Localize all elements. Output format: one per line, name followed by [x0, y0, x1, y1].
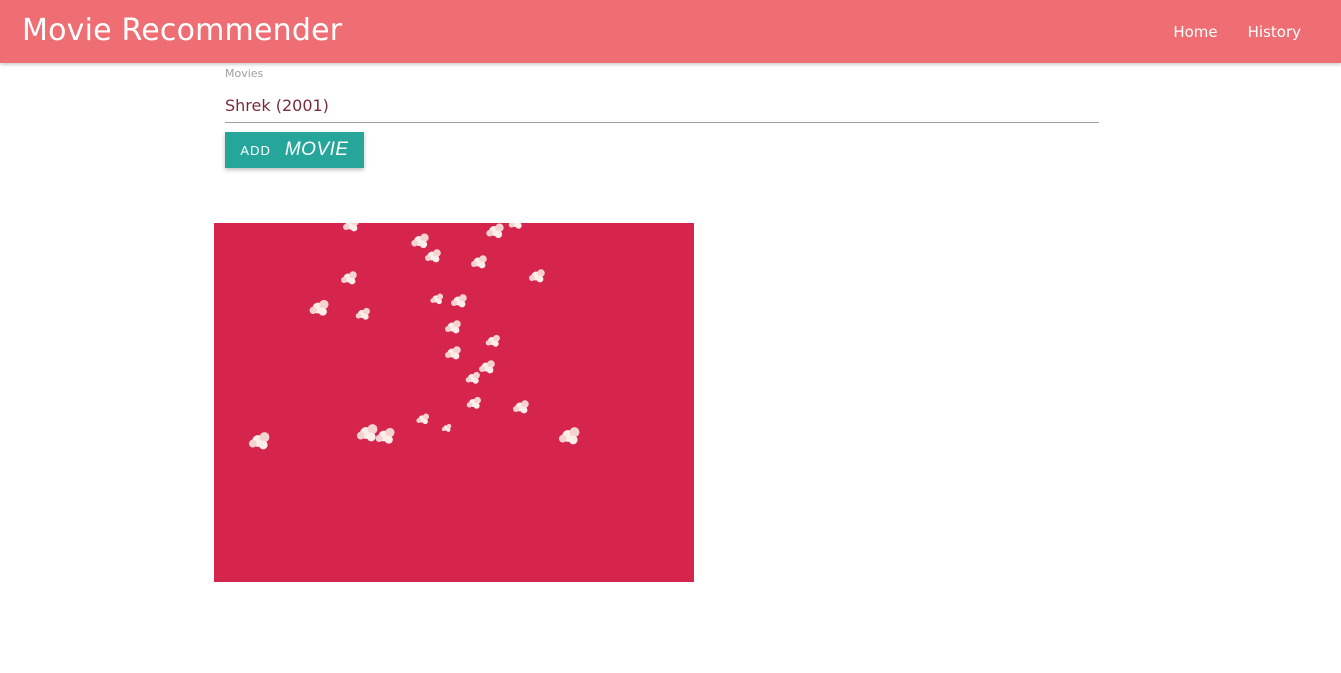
popcorn-icon [375, 427, 395, 444]
movies-label: Movies [225, 67, 264, 80]
navbar: Movie Recommender Home History [0, 0, 1341, 63]
popcorn-icon [445, 346, 461, 360]
popcorn-icon [356, 424, 378, 442]
nav-links: Home History [1143, 0, 1301, 63]
add-movie-button-word-1: ADD [240, 142, 271, 158]
popcorn-icon [466, 396, 481, 409]
popcorn-animation-canvas [248, 223, 580, 450]
popcorn-icon [471, 255, 487, 269]
popcorn-icon [451, 294, 467, 308]
popcorn-icon [430, 293, 444, 305]
popcorn-icon [343, 223, 359, 232]
popcorn-icon [411, 233, 429, 249]
popcorn-icon [529, 269, 545, 283]
popcorn-icon [485, 334, 500, 347]
popcorn-icon [416, 413, 430, 425]
popcorn-icon [513, 400, 529, 414]
popcorn-icon [558, 427, 580, 445]
popcorn-icon [508, 223, 522, 229]
nav-link-history[interactable]: History [1248, 23, 1301, 41]
nav-link-home[interactable]: Home [1173, 23, 1217, 41]
popcorn-icon [486, 223, 504, 239]
popcorn-icon [441, 423, 452, 432]
add-movie-button-word-2: MOVIE [284, 139, 349, 160]
popcorn-icon [465, 371, 480, 384]
popcorn-icon [355, 307, 370, 320]
popcorn-icon [445, 320, 461, 334]
movies-input[interactable] [225, 88, 1099, 123]
brand-logo[interactable]: Movie Recommender [22, 12, 342, 50]
popcorn-icon [309, 299, 329, 316]
popcorn-icon [425, 249, 441, 263]
popcorn-icon [341, 271, 357, 285]
popcorn-icon [248, 432, 270, 450]
add-movie-button[interactable]: ADD MOVIE [225, 132, 364, 168]
popcorn-icon [479, 360, 495, 374]
popcorn-animation [214, 223, 694, 582]
